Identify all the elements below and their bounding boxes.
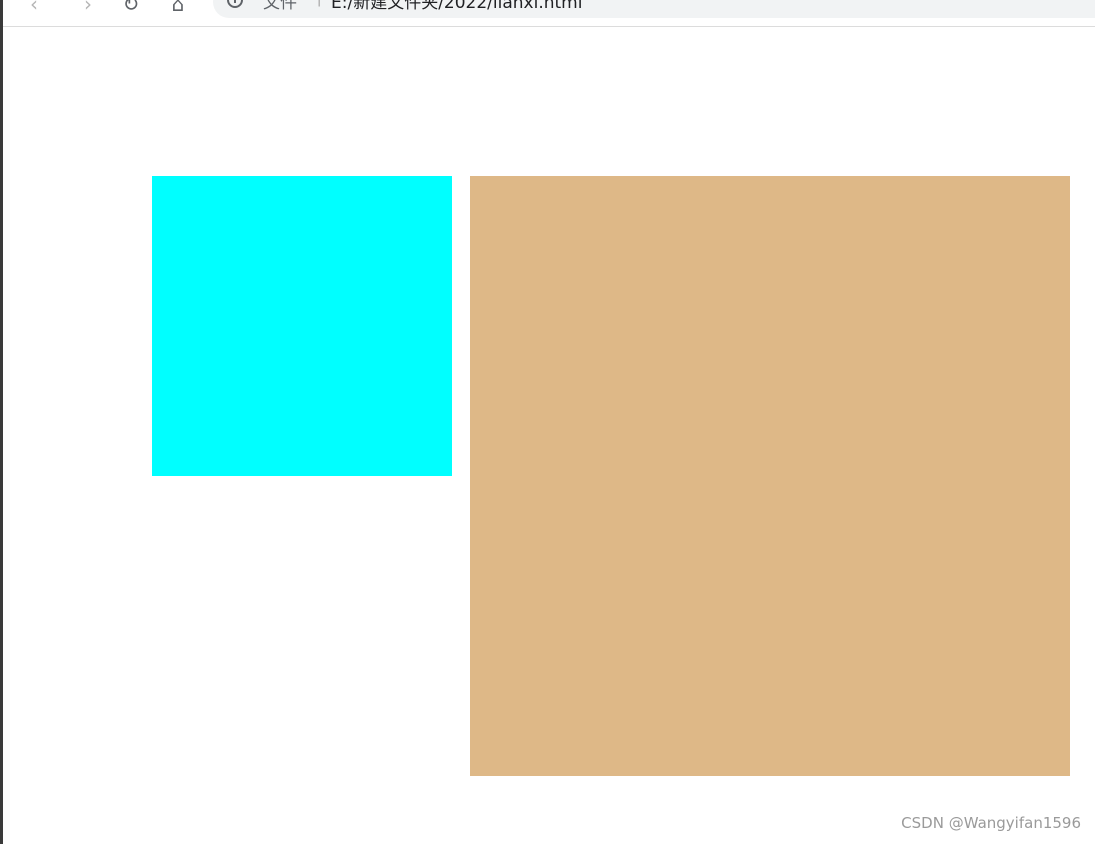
address-url[interactable]: E:/新建文件夹/2022/lianxi.html [331,0,582,13]
address-bar[interactable]: 文件 | E:/新建文件夹/2022/lianxi.html [213,0,1095,18]
home-icon[interactable]: ⌂ [165,0,191,17]
browser-toolbar: ‹ › ↻ ⌂ 文件 | E:/新建文件夹/2022/lianxi.html [3,0,1095,27]
back-icon[interactable]: ‹ [21,0,47,17]
forward-icon[interactable]: › [75,0,101,17]
cyan-box [152,176,452,476]
address-scheme-label: 文件 [263,0,297,13]
editor-edge-strip [0,0,3,844]
csdn-watermark: CSDN @Wangyifan1596 [901,814,1081,832]
info-icon[interactable] [227,0,243,8]
address-separator: | [317,0,321,8]
reload-icon[interactable]: ↻ [118,0,144,17]
tan-box [470,176,1070,776]
